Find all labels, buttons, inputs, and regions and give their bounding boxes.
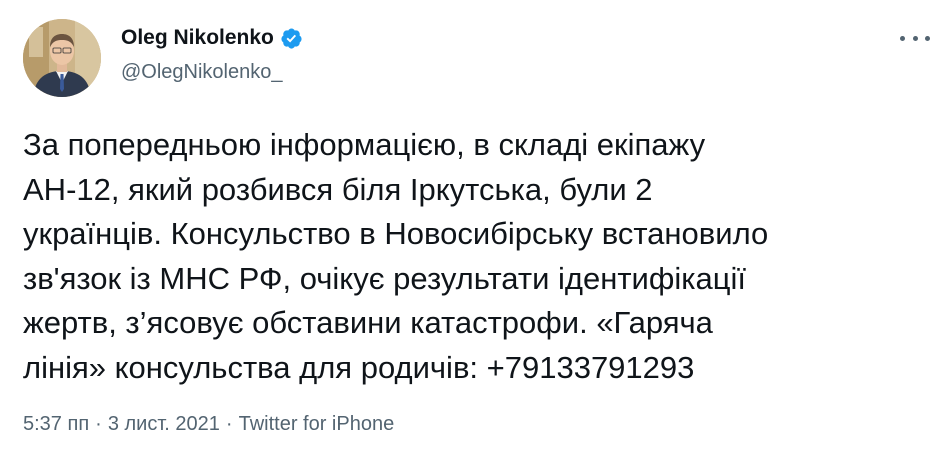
more-options-icon[interactable] — [900, 28, 930, 48]
display-name-row: Oleg Nikolenko — [121, 24, 303, 52]
more-dot-icon — [912, 35, 918, 41]
more-dot-icon — [900, 35, 905, 41]
meta-separator: · — [225, 413, 233, 435]
avatar-image — [23, 19, 101, 97]
author-block: Oleg Nikolenko @OlegNikolenko_ — [121, 24, 303, 86]
display-name[interactable]: Oleg Nikolenko — [121, 24, 274, 52]
tweet-meta: 5:37 пп · 3 лист. 2021 · Twitter for iPhone — [23, 410, 394, 438]
tweet-source[interactable]: Twitter for iPhone — [239, 413, 395, 435]
handle[interactable]: @OlegNikolenko_ — [121, 58, 303, 86]
tweet-time[interactable]: 5:37 пп — [23, 413, 89, 435]
tweet-text: За попередньою інформацією, в складі екі… — [23, 127, 769, 385]
tweet-date[interactable]: 3 лист. 2021 — [108, 413, 220, 435]
meta-separator: · — [95, 413, 102, 435]
tweet-card: Oleg Nikolenko @OlegNikolenko_ За попере… — [0, 0, 952, 456]
verified-badge-icon — [280, 27, 303, 50]
more-dot-icon — [925, 35, 930, 41]
avatar[interactable] — [23, 19, 101, 97]
